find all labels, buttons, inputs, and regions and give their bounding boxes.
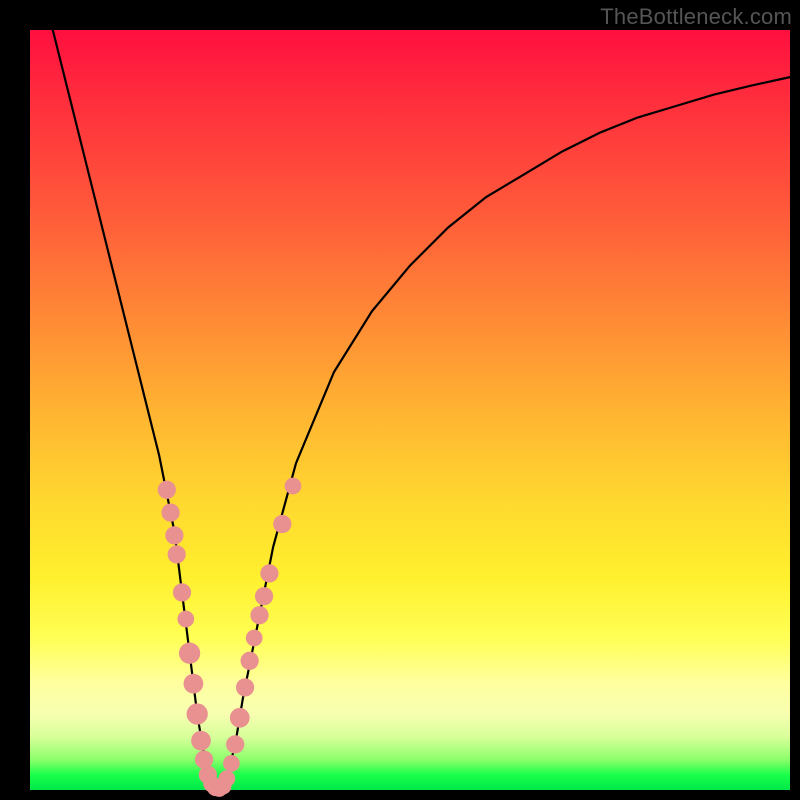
data-point (184, 674, 204, 694)
data-point (260, 564, 278, 582)
watermark-text: TheBottleneck.com (600, 4, 792, 30)
data-point (168, 545, 186, 563)
plot-area (30, 30, 790, 790)
data-points (158, 478, 302, 797)
data-point (158, 481, 176, 499)
data-point (285, 478, 302, 495)
data-point (195, 750, 213, 768)
data-point (246, 630, 263, 647)
data-point (273, 515, 291, 533)
chart-frame: TheBottleneck.com (0, 0, 800, 800)
data-point (226, 735, 244, 753)
data-point (187, 703, 208, 724)
data-point (161, 503, 179, 521)
data-point (177, 611, 194, 628)
data-point (218, 770, 235, 787)
data-point (165, 526, 183, 544)
data-point (250, 606, 268, 624)
data-point (255, 587, 273, 605)
data-point (236, 678, 254, 696)
bottleneck-curve (53, 30, 790, 790)
chart-svg (30, 30, 790, 790)
data-point (230, 708, 250, 728)
data-point (191, 731, 211, 751)
data-point (223, 755, 240, 772)
data-point (179, 643, 200, 664)
data-point (241, 652, 259, 670)
data-point (173, 583, 191, 601)
